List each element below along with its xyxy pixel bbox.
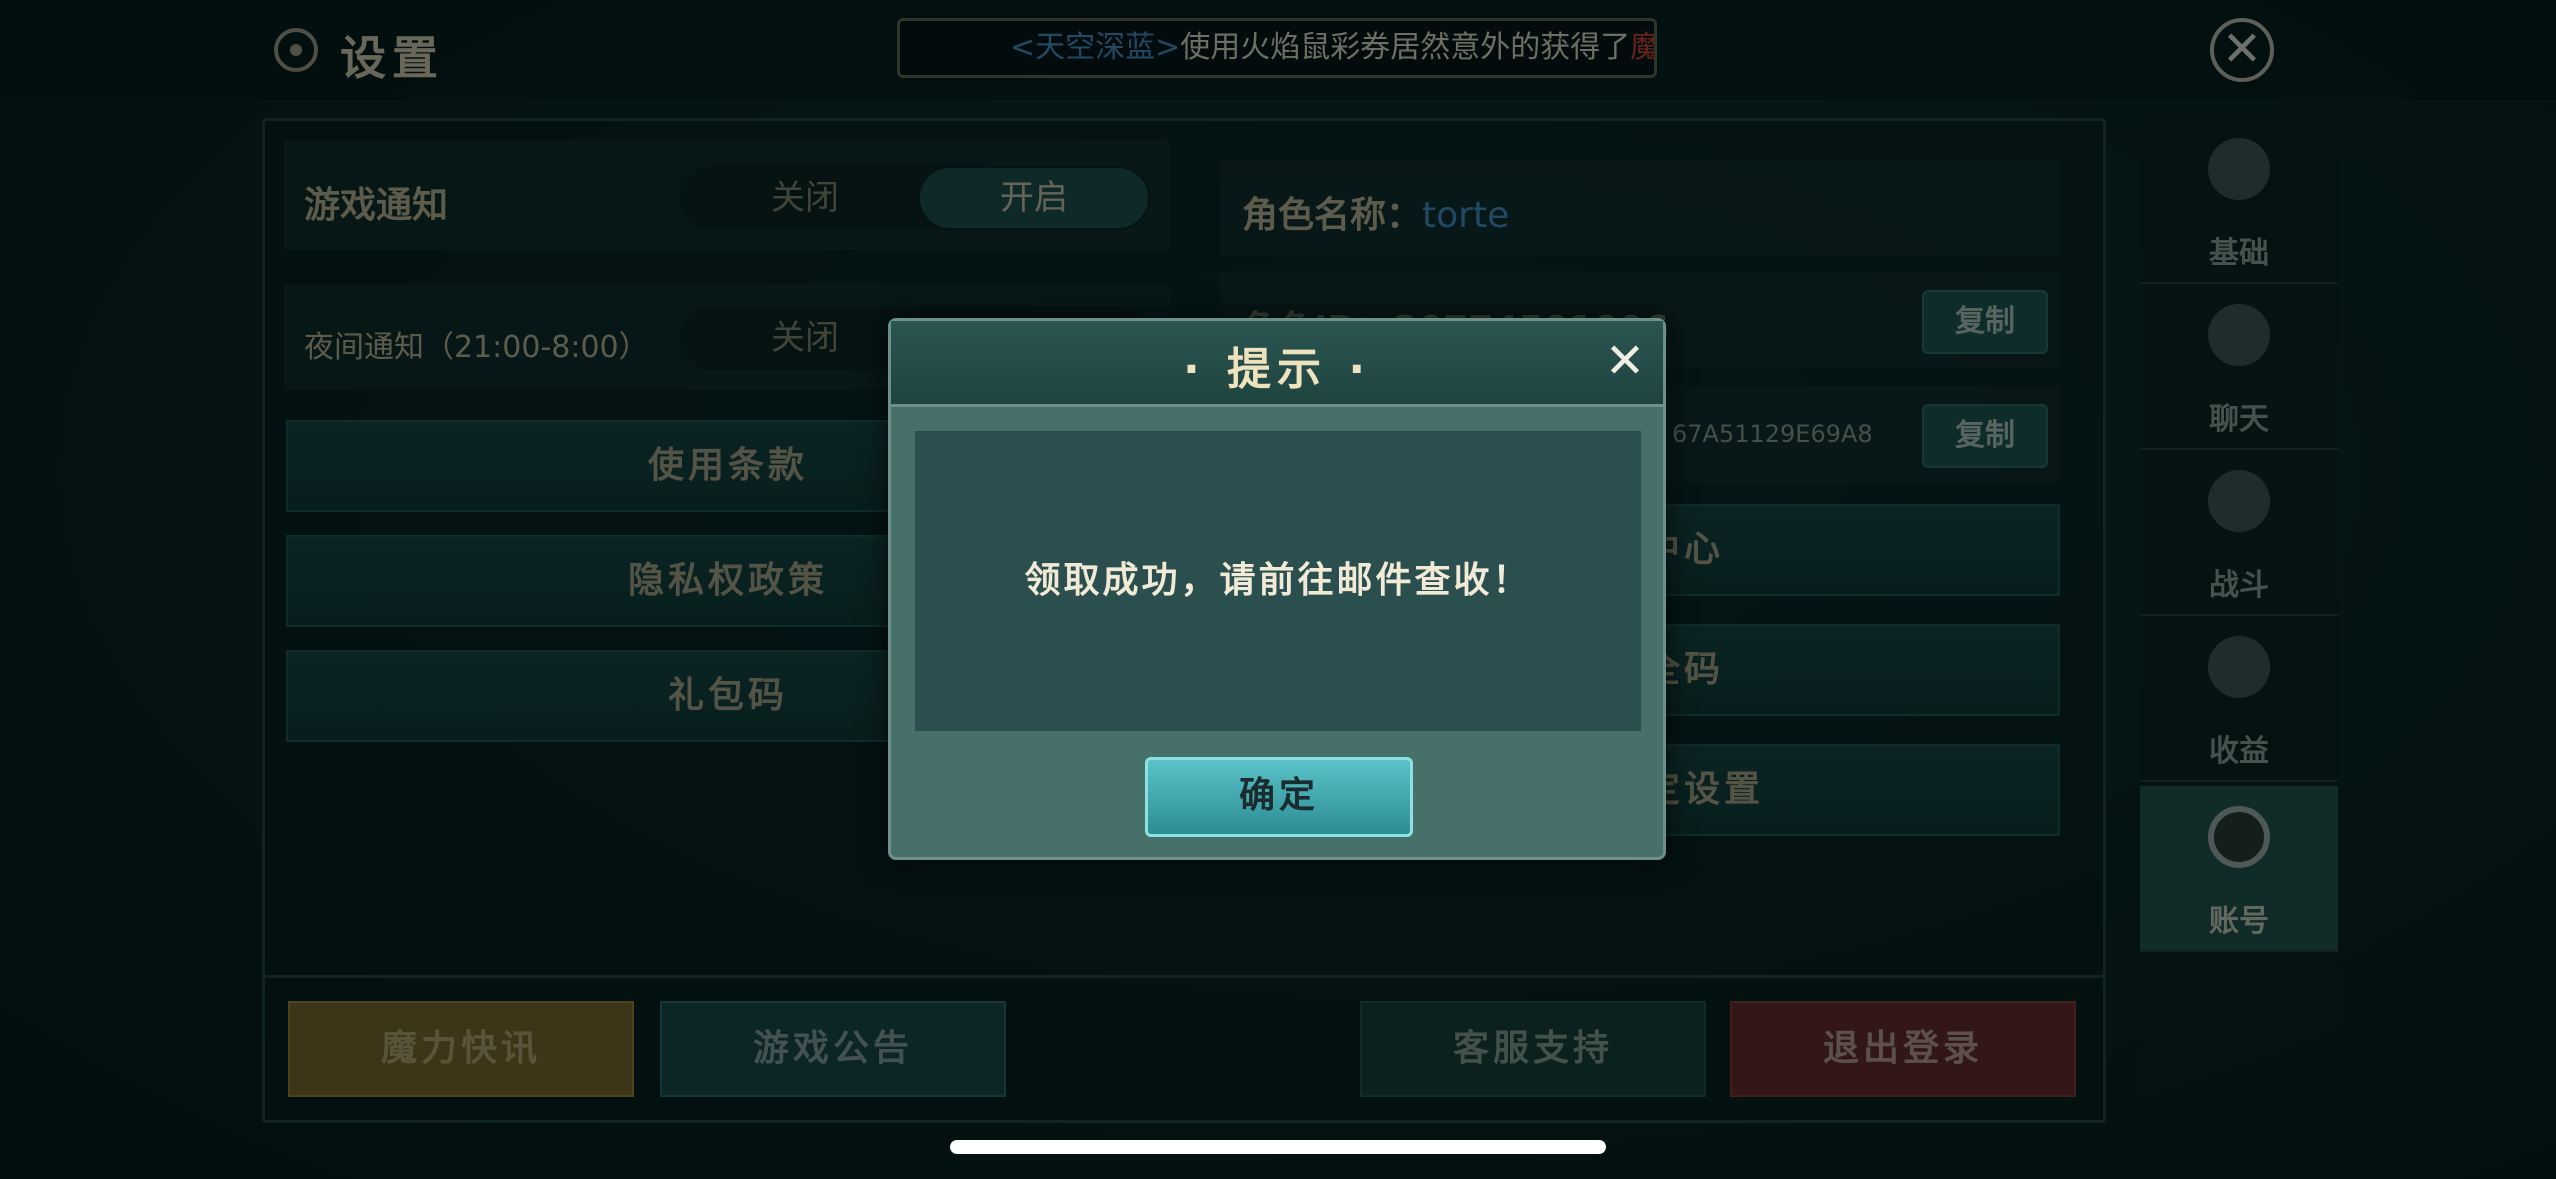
dialog-title: · 提示 · (1182, 344, 1372, 395)
confirm-button[interactable]: 确定 (1145, 757, 1413, 837)
home-indicator (950, 1140, 1606, 1154)
dialog-body: 领取成功，请前往邮件查收！ (915, 431, 1641, 731)
dialog-close-button[interactable]: ✕ (1601, 337, 1649, 387)
prompt-dialog: · 提示 · ✕ 领取成功，请前往邮件查收！ 确定 (888, 318, 1666, 860)
dialog-message: 领取成功，请前往邮件查收！ (1024, 560, 1532, 601)
